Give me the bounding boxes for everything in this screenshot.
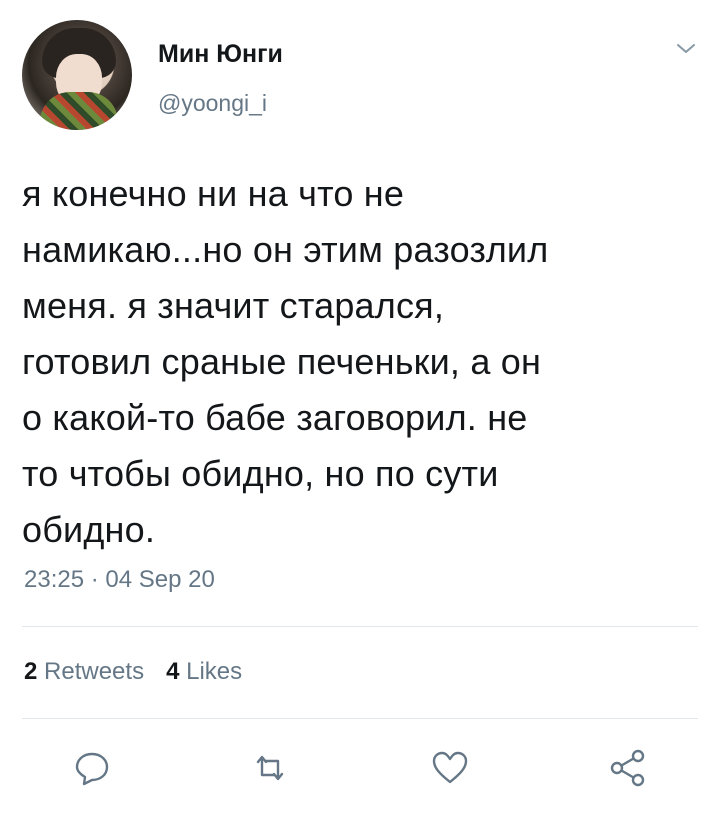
share-icon[interactable]	[608, 748, 648, 788]
retweets-label: Retweets	[44, 658, 145, 685]
likes-stat[interactable]: 4 Likes	[166, 658, 242, 685]
reply-icon[interactable]	[72, 748, 112, 788]
tweet-text: я конечно ни на что не намикаю...но он э…	[22, 173, 549, 550]
engagement-stats: 2 Retweets 4 Likes	[24, 658, 242, 686]
divider	[22, 626, 698, 627]
retweets-stat[interactable]: 2 Retweets	[24, 658, 144, 685]
chevron-down-icon[interactable]	[674, 40, 698, 58]
user-handle[interactable]: @yoongi_i	[158, 90, 267, 117]
likes-label: Likes	[186, 658, 243, 685]
retweet-icon[interactable]	[250, 748, 290, 788]
display-name[interactable]: Мин Юнги	[158, 40, 283, 69]
tweet-timestamp[interactable]: 23:25 · 04 Sep 20	[24, 566, 215, 594]
heart-icon[interactable]	[430, 748, 470, 788]
avatar[interactable]	[22, 20, 132, 130]
divider	[22, 718, 698, 719]
retweets-count: 2	[24, 658, 38, 685]
likes-count: 4	[166, 658, 180, 685]
